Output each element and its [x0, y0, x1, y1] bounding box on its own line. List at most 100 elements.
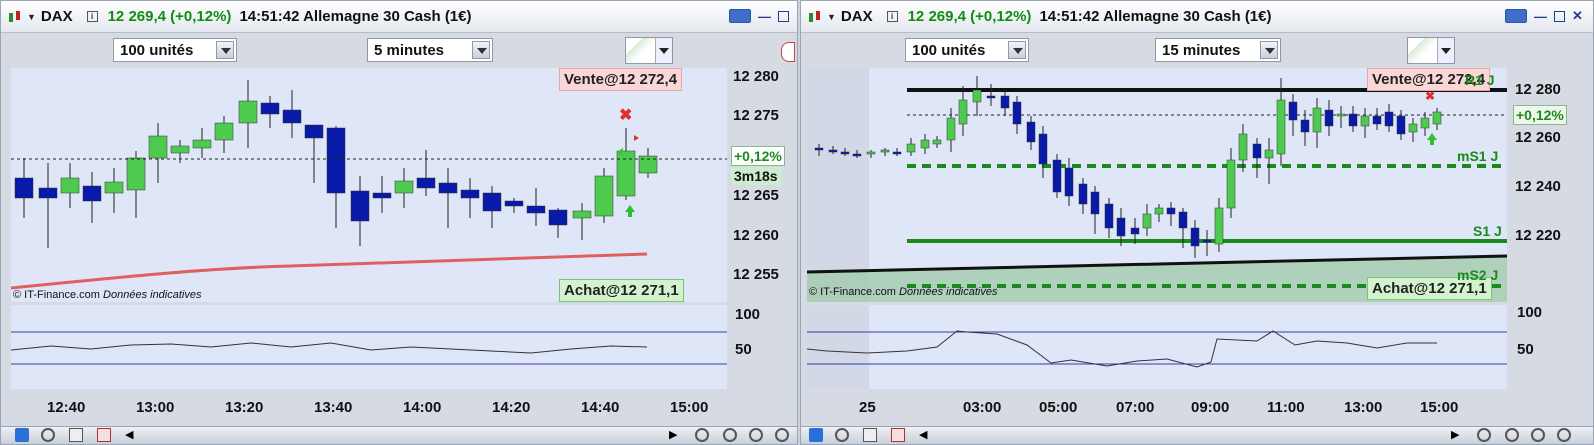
- instrument-name: 14:51:42 Allemagne 30 Cash (1€): [1039, 8, 1272, 25]
- candle: [394, 180, 414, 194]
- candle: [906, 143, 916, 153]
- share-icon[interactable]: [809, 428, 823, 442]
- change-badge: +0,12%: [731, 146, 785, 166]
- candle: [1202, 239, 1212, 243]
- zoom-in-icon[interactable]: [1557, 428, 1571, 442]
- candle: [840, 151, 850, 155]
- window-titlebar[interactable]: ▼ DAX i 12 269,4 (+0,12%) 14:51:42 Allem…: [1, 1, 797, 33]
- candle: [892, 151, 902, 155]
- zoom-out-icon[interactable]: [749, 428, 763, 442]
- settings-icon[interactable]: [835, 428, 849, 442]
- minimize-icon[interactable]: —: [758, 9, 771, 24]
- chart-scrollbar[interactable]: ◀ ▶: [1, 426, 797, 444]
- indicators-button[interactable]: [1407, 37, 1455, 64]
- price-chart[interactable]: ✖ Vente@12 272,4 Achat@12 271,1 R1 J mS1…: [807, 68, 1507, 302]
- scroll-right-icon[interactable]: ▶: [669, 428, 683, 442]
- units-select[interactable]: 100 unités: [905, 38, 1029, 62]
- candle: [1116, 217, 1126, 237]
- close-marker-icon[interactable]: ✖: [619, 107, 632, 124]
- timeframe-select[interactable]: 15 minutes: [1155, 38, 1281, 62]
- price-chart[interactable]: ✖ Vente@12 272,4 Achat@12 271,1 © IT-Fin…: [10, 68, 727, 358]
- save-icon[interactable]: [863, 428, 877, 442]
- oscillator-panel[interactable]: [10, 305, 727, 389]
- scroll-left-icon[interactable]: ◀: [125, 428, 139, 442]
- osc-tick: 50: [735, 341, 752, 358]
- zoom-icon[interactable]: [1477, 428, 1491, 442]
- oscillator-plot: [10, 331, 727, 365]
- close-icon[interactable]: ✕: [796, 8, 797, 24]
- symbol-label[interactable]: DAX: [41, 8, 73, 25]
- sell-marker-icon: [634, 135, 639, 141]
- candle: [1190, 227, 1200, 247]
- instrument-name: 14:51:42 Allemagne 30 Cash (1€): [239, 8, 472, 25]
- keyboard-icon[interactable]: [729, 9, 751, 23]
- symbol-label[interactable]: DAX: [841, 8, 873, 25]
- info-icon[interactable]: i: [886, 11, 898, 22]
- grid-icon[interactable]: [97, 428, 111, 442]
- keyboard-icon[interactable]: [1505, 9, 1527, 23]
- moving-average-line: [10, 252, 648, 290]
- chevron-down-icon[interactable]: [216, 41, 234, 59]
- maximize-icon[interactable]: [778, 10, 789, 22]
- candle: [1372, 115, 1382, 125]
- candle: [986, 95, 996, 99]
- candle: [852, 153, 862, 157]
- zoom-fit-icon[interactable]: [1505, 428, 1519, 442]
- chevron-down-icon[interactable]: [472, 41, 490, 59]
- timeframe-select[interactable]: 5 minutes: [367, 38, 493, 62]
- candle: [504, 200, 524, 207]
- indicator-chart-icon: [626, 38, 656, 63]
- candle: [1348, 113, 1358, 127]
- bar-countdown: 3m18s: [731, 167, 781, 185]
- settings-icon[interactable]: [41, 428, 55, 442]
- candle: [1000, 95, 1010, 109]
- chevron-down-icon[interactable]: ▼: [27, 12, 36, 22]
- indicators-button[interactable]: [625, 37, 673, 64]
- candle: [594, 175, 614, 217]
- candle: [1166, 207, 1176, 215]
- maximize-icon[interactable]: [1554, 10, 1565, 22]
- chevron-down-icon[interactable]: [1438, 38, 1454, 63]
- candle: [38, 187, 58, 199]
- window-titlebar[interactable]: ▼ DAX i 12 269,4 (+0,12%) 14:51:42 Allem…: [801, 1, 1593, 33]
- oscillator-panel[interactable]: [806, 305, 1507, 389]
- close-marker-icon[interactable]: ✖: [1425, 89, 1435, 103]
- candle: [1038, 133, 1048, 165]
- level-label-r1: R1 J: [1465, 72, 1495, 88]
- x-tick: 13:00: [1344, 399, 1383, 416]
- candle: [1090, 191, 1100, 215]
- scroll-left-icon[interactable]: ◀: [919, 428, 933, 442]
- chevron-down-icon[interactable]: ▼: [827, 12, 836, 22]
- save-icon[interactable]: [69, 428, 83, 442]
- units-select[interactable]: 100 unités: [113, 38, 237, 62]
- buy-price-badge[interactable]: Achat@12 271,1: [559, 279, 684, 302]
- y-tick: 12 280: [733, 68, 779, 85]
- zoom-in-icon[interactable]: [775, 428, 789, 442]
- zoom-icon[interactable]: [695, 428, 709, 442]
- candle: [572, 210, 592, 219]
- zoom-fit-icon[interactable]: [723, 428, 737, 442]
- grid-icon[interactable]: [891, 428, 905, 442]
- chart-type-icon[interactable]: [7, 10, 23, 24]
- sell-price-badge[interactable]: Vente@12 272,4: [559, 68, 683, 91]
- zoom-out-icon[interactable]: [1531, 428, 1545, 442]
- candle: [104, 181, 124, 194]
- minimize-icon[interactable]: —: [1534, 9, 1547, 24]
- x-tick: 15:00: [670, 399, 709, 416]
- timeframe-value: 5 minutes: [374, 42, 445, 59]
- chevron-down-icon[interactable]: [1260, 41, 1278, 59]
- x-tick: 14:00: [403, 399, 442, 416]
- chevron-down-icon[interactable]: [656, 38, 672, 63]
- chart-scrollbar[interactable]: ◀ ▶: [801, 426, 1593, 444]
- close-icon[interactable]: ✕: [1572, 8, 1583, 24]
- side-panel-toggle-icon[interactable]: [781, 42, 795, 62]
- chart-type-icon[interactable]: [807, 10, 823, 24]
- info-icon[interactable]: i: [86, 11, 98, 22]
- candle: [214, 122, 234, 141]
- chevron-down-icon[interactable]: [1008, 41, 1026, 59]
- scroll-right-icon[interactable]: ▶: [1451, 428, 1465, 442]
- candle: [1396, 115, 1406, 135]
- candle: [60, 177, 80, 194]
- share-icon[interactable]: [15, 428, 29, 442]
- candle: [1264, 149, 1274, 159]
